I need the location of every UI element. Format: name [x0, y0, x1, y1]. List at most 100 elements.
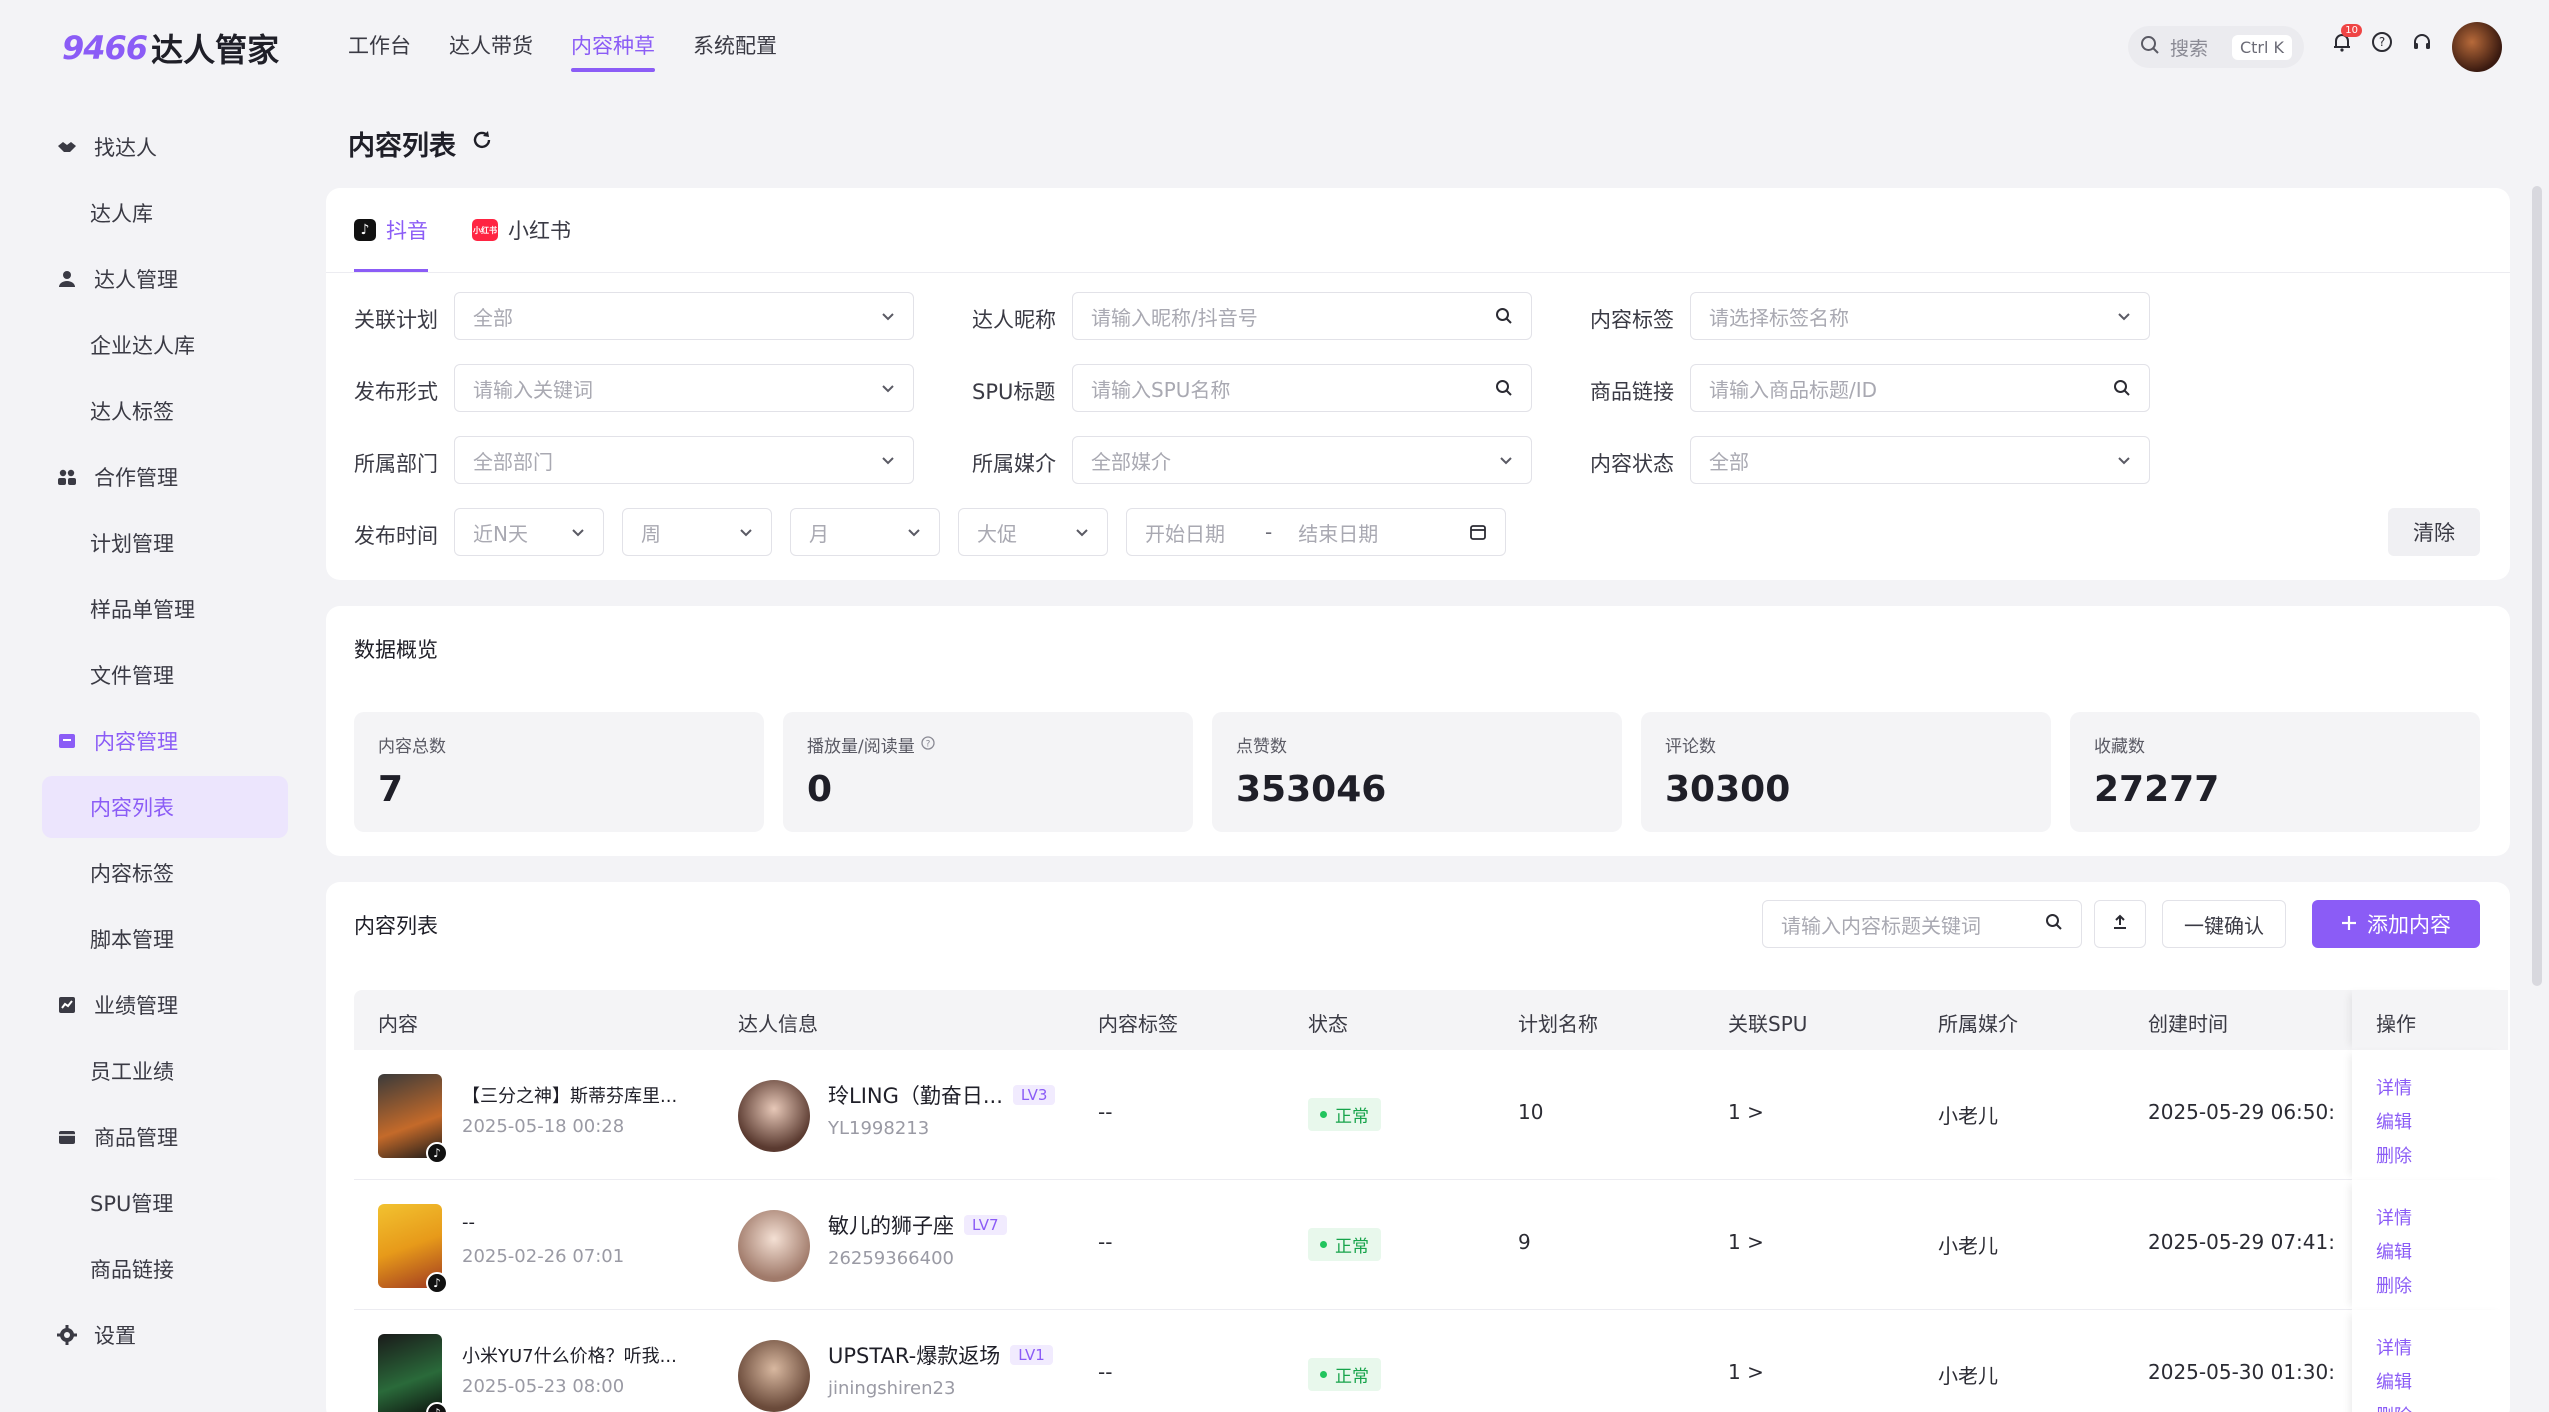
chevron-down-icon — [1075, 525, 1089, 539]
content-thumbnail[interactable]: ♪ — [378, 1204, 448, 1294]
row-actions: 详情 编辑 删除 — [2352, 1180, 2508, 1310]
avatar[interactable] — [738, 1210, 810, 1282]
question-icon[interactable]: ? — [921, 735, 935, 755]
tab-douyin[interactable]: ♪ 抖音 — [354, 188, 428, 272]
detail-link[interactable]: 详情 — [2376, 1074, 2508, 1100]
month-select[interactable]: 月 — [790, 508, 940, 556]
delete-link[interactable]: 删除 — [2376, 1272, 2508, 1298]
product-link-input[interactable]: 请输入商品标题/ID — [1690, 364, 2150, 412]
nickname-input[interactable]: 请输入昵称/抖音号 — [1072, 292, 1532, 340]
detail-link[interactable]: 详情 — [2376, 1334, 2508, 1360]
start-date-placeholder[interactable]: 开始日期 — [1145, 518, 1225, 547]
content-title[interactable]: 【三分之神】斯蒂芬库里... — [462, 1082, 677, 1108]
end-date-placeholder[interactable]: 结束日期 — [1298, 518, 1378, 547]
clear-button[interactable]: 清除 — [2388, 508, 2480, 556]
promo-select[interactable]: 大促 — [958, 508, 1108, 556]
sidebar-item-performance[interactable]: 业绩管理 — [42, 974, 288, 1036]
stat-label: 内容总数 — [378, 737, 446, 757]
topnav-kol-sales[interactable]: 达人带货 — [449, 30, 533, 72]
sidebar-item-kol-management[interactable]: 达人管理 — [42, 248, 288, 310]
sidebar-item-find-kol[interactable]: 找达人 — [42, 116, 288, 178]
refresh-icon[interactable] — [470, 128, 494, 159]
sidebar-item-files[interactable]: 文件管理 — [42, 644, 288, 706]
help-icon[interactable]: ? — [2370, 30, 2394, 54]
content-thumbnail[interactable]: ♪ — [378, 1074, 448, 1164]
edit-link[interactable]: 编辑 — [2376, 1368, 2508, 1394]
sidebar-item-scripts[interactable]: 脚本管理 — [42, 908, 288, 970]
topnav-workbench[interactable]: 工作台 — [348, 30, 411, 72]
topnav-content-seeding[interactable]: 内容种草 — [571, 30, 655, 72]
content-thumbnail[interactable]: ♪ — [378, 1334, 448, 1412]
sidebar-item-plan[interactable]: 计划管理 — [42, 512, 288, 574]
related-spu-link[interactable]: 1 > — [1728, 1360, 1764, 1384]
recent-days-select[interactable]: 近N天 — [454, 508, 604, 556]
sidebar-item-content-list[interactable]: 内容列表 — [42, 776, 288, 838]
delete-link[interactable]: 删除 — [2376, 1142, 2508, 1168]
kol-name[interactable]: UPSTAR-爆款返场 — [828, 1340, 1000, 1370]
logo[interactable]: 9466 达人管家 — [62, 26, 279, 70]
logo-name: 达人管家 — [151, 31, 280, 69]
edit-link[interactable]: 编辑 — [2376, 1238, 2508, 1264]
chevron-down-icon — [1499, 453, 1513, 467]
week-select[interactable]: 周 — [622, 508, 772, 556]
content-title[interactable]: 小米YU7什么价格？听我... — [462, 1342, 677, 1368]
sidebar-item-products[interactable]: 商品管理 — [42, 1106, 288, 1168]
related-spu-link[interactable]: 1 > — [1728, 1230, 1764, 1254]
plan-select[interactable]: 全部 — [454, 292, 914, 340]
content-date: 2025-05-18 00:28 — [462, 1116, 625, 1137]
sidebar-item-spu[interactable]: SPU管理 — [42, 1172, 288, 1234]
avatar[interactable] — [738, 1340, 810, 1412]
product-link-placeholder: 请输入商品标题/ID — [1709, 377, 1878, 402]
add-content-button[interactable]: 添加内容 — [2312, 900, 2480, 948]
douyin-icon: ♪ — [354, 219, 376, 241]
topnav-system-config[interactable]: 系统配置 — [693, 30, 777, 72]
upload-button[interactable] — [2094, 900, 2146, 948]
sidebar-item-kol-tags[interactable]: 达人标签 — [42, 380, 288, 442]
spu-input[interactable]: 请输入SPU名称 — [1072, 364, 1532, 412]
search-icon — [2045, 912, 2063, 936]
department-select[interactable]: 全部部门 — [454, 436, 914, 484]
search-icon — [1495, 379, 1513, 397]
publish-form-select[interactable]: 请输入关键词 — [454, 364, 914, 412]
col-status: 状态 — [1308, 1012, 1348, 1036]
sidebar-item-content-tags[interactable]: 内容标签 — [42, 842, 288, 904]
stat-likes: 点赞数 353046 — [1212, 712, 1622, 832]
plan-name-cell: 9 — [1518, 1230, 1531, 1254]
content-status-select[interactable]: 全部 — [1690, 436, 2150, 484]
media-select[interactable]: 全部媒介 — [1072, 436, 1532, 484]
detail-link[interactable]: 详情 — [2376, 1204, 2508, 1230]
avatar[interactable] — [738, 1080, 810, 1152]
content-tag-select[interactable]: 请选择标签名称 — [1690, 292, 2150, 340]
search-shortcut: Ctrl K — [2231, 34, 2292, 60]
kol-name[interactable]: 玲LING（勤奋日... — [828, 1080, 1003, 1110]
page-scrollbar[interactable] — [2532, 186, 2542, 986]
week-value: 周 — [641, 521, 661, 546]
sidebar-item-kol-library[interactable]: 达人库 — [42, 182, 288, 244]
douyin-icon: ♪ — [426, 1402, 448, 1412]
sidebar-item-settings[interactable]: 设置 — [42, 1304, 288, 1366]
one-click-confirm-button[interactable]: 一键确认 — [2162, 900, 2286, 948]
user-avatar[interactable] — [2452, 22, 2502, 72]
content-search-input[interactable]: 请输入内容标题关键词 — [1762, 900, 2082, 948]
content-title[interactable]: -- — [462, 1212, 475, 1233]
sidebar-item-sample-orders[interactable]: 样品单管理 — [42, 578, 288, 640]
date-separator: - — [1265, 520, 1273, 544]
related-spu-link[interactable]: 1 > — [1728, 1100, 1764, 1124]
status-dot — [1320, 1371, 1327, 1378]
status-dot — [1320, 1241, 1327, 1248]
tab-xiaohongshu[interactable]: 小红书 小红书 — [472, 188, 571, 272]
bell-icon[interactable]: 10 — [2330, 24, 2362, 54]
date-range-picker[interactable]: 开始日期 - 结束日期 — [1126, 508, 1506, 556]
headset-icon[interactable] — [2410, 30, 2434, 54]
kol-name[interactable]: 敏儿的狮子座 — [828, 1210, 954, 1240]
status-badge: 正常 — [1308, 1098, 1381, 1131]
global-search[interactable]: 搜索 Ctrl K — [2128, 26, 2304, 68]
delete-link[interactable]: 删除 — [2376, 1402, 2508, 1412]
sidebar-item-content-management[interactable]: 内容管理 — [42, 710, 288, 772]
sidebar-item-cooperation[interactable]: 合作管理 — [42, 446, 288, 508]
sidebar-item-enterprise-kol[interactable]: 企业达人库 — [42, 314, 288, 376]
edit-link[interactable]: 编辑 — [2376, 1108, 2508, 1134]
sidebar-item-staff-performance[interactable]: 员工业绩 — [42, 1040, 288, 1102]
chevron-down-icon — [2117, 453, 2131, 467]
sidebar-item-product-links[interactable]: 商品链接 — [42, 1238, 288, 1300]
